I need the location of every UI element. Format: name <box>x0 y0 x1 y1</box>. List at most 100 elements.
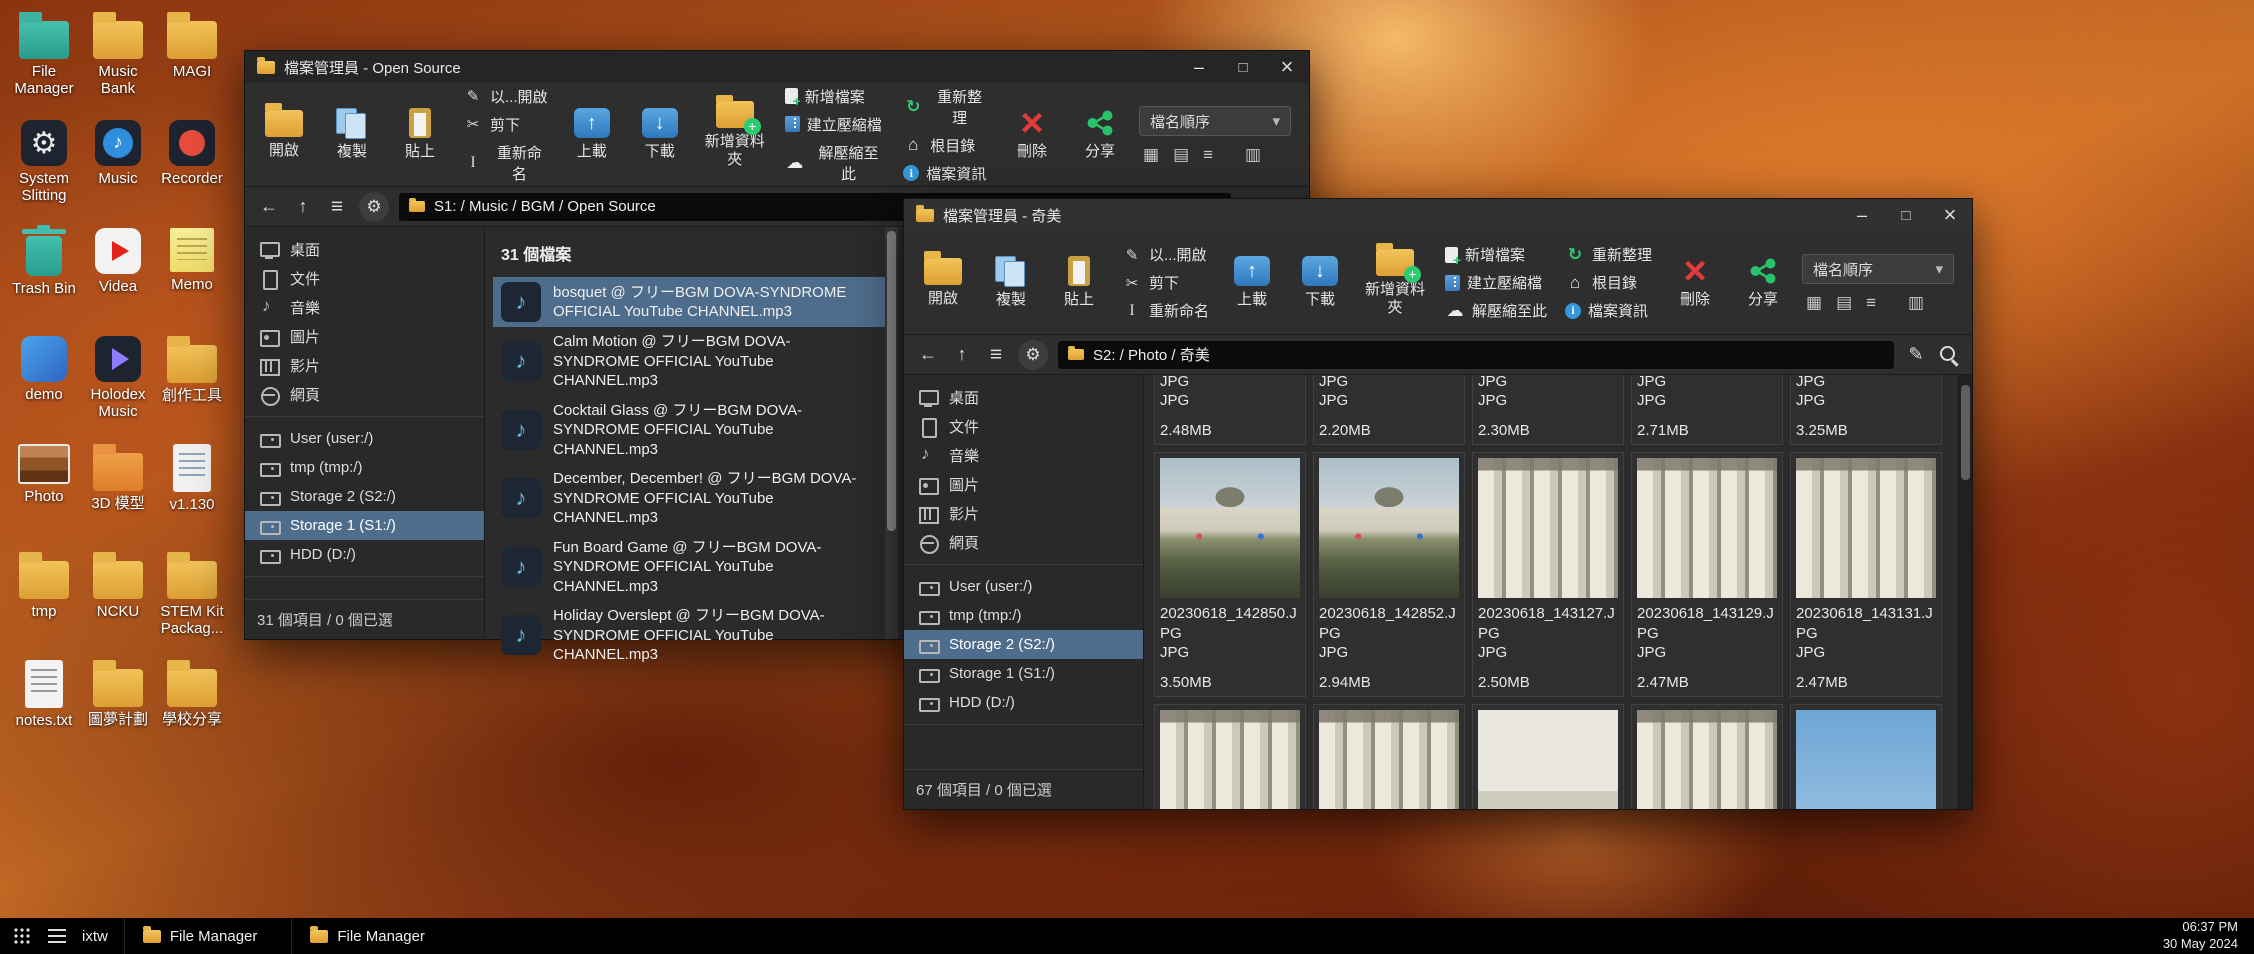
sidebar-item-drive-hdd[interactable]: HDD (D:/) <box>904 688 1143 717</box>
share-button[interactable]: 分享 <box>1071 88 1129 182</box>
sidebar-item-drive-hdd[interactable]: HDD (D:/) <box>245 540 484 569</box>
scrollbar-thumb[interactable] <box>1961 385 1970 480</box>
minimize-button[interactable] <box>1840 199 1884 231</box>
paste-button[interactable]: 貼上 <box>391 88 449 182</box>
photo-cell[interactable]: JPGJPG2.71MB <box>1631 375 1783 445</box>
desktop-icon-memo[interactable]: Memo <box>156 228 228 336</box>
open-button[interactable]: 開啟 <box>914 236 972 330</box>
photo-cell[interactable] <box>1472 704 1624 809</box>
photo-cell[interactable]: 20230618_143131.JPGJPG2.47MB <box>1790 452 1942 697</box>
desktop-icon-trash-bin[interactable]: Trash Bin <box>8 228 80 336</box>
refresh-button[interactable]: 重新整理 <box>899 84 993 130</box>
desktop-icon-system-slitting[interactable]: System Slitting <box>8 120 80 228</box>
desktop-icon-v1130[interactable]: v1.130 <box>156 444 228 552</box>
back-button[interactable] <box>257 193 281 221</box>
extract-here-button[interactable]: 解壓縮至此 <box>1441 298 1551 323</box>
menu-button[interactable] <box>984 341 1008 369</box>
desktop-icon-holodex-music[interactable]: Holodex Music <box>82 336 154 444</box>
file-info-button[interactable]: 檔案資訊 <box>1561 298 1656 323</box>
download-button[interactable]: 下載 <box>1291 236 1349 330</box>
sidebar-item-documents[interactable]: 文件 <box>904 412 1143 441</box>
sidebar-item-drive-storage1[interactable]: Storage 1 (S1:/) <box>245 511 484 540</box>
file-row[interactable]: bosquet @ フリーBGM DOVA-SYNDROME OFFICIAL … <box>493 277 885 327</box>
rename-button[interactable]: 重新命名 <box>459 140 553 186</box>
desktop-icon-3d-models[interactable]: 3D 模型 <box>82 444 154 552</box>
view-grid-icon[interactable] <box>1143 146 1159 163</box>
view-grid-icon[interactable] <box>1806 294 1822 311</box>
photo-cell[interactable]: 20230618_143127.JPGJPG2.50MB <box>1472 452 1624 697</box>
sidebar-item-drive-user[interactable]: User (user:/) <box>904 572 1143 601</box>
create-archive-button[interactable]: 建立壓縮檔 <box>781 112 890 137</box>
file-row[interactable]: Holiday Overslept @ フリーBGM DOVA-SYNDROME… <box>493 601 885 670</box>
task-list-icon[interactable] <box>48 929 66 943</box>
sidebar-item-drive-storage1[interactable]: Storage 1 (S1:/) <box>904 659 1143 688</box>
close-button[interactable] <box>1265 51 1309 83</box>
desktop-icon-magi[interactable]: MAGI <box>156 12 228 120</box>
new-file-button[interactable]: 新增檔案 <box>781 84 890 109</box>
file-row[interactable]: Calm Motion @ フリーBGM DOVA-SYNDROME OFFIC… <box>493 327 885 396</box>
cut-button[interactable]: 剪下 <box>1118 270 1213 295</box>
delete-button[interactable]: 刪除 <box>1666 236 1724 330</box>
sidebar-item-drive-tmp[interactable]: tmp (tmp:/) <box>904 601 1143 630</box>
copy-button[interactable]: 複製 <box>982 236 1040 330</box>
copy-button[interactable]: 複製 <box>323 88 381 182</box>
desktop-icon-recorder[interactable]: Recorder <box>156 120 228 228</box>
desktop-icon-demo[interactable]: demo <box>8 336 80 444</box>
maximize-button[interactable] <box>1221 51 1265 83</box>
photo-cell[interactable] <box>1313 704 1465 809</box>
view-details-icon[interactable] <box>1866 294 1876 311</box>
minimize-button[interactable] <box>1177 51 1221 83</box>
sidebar-item-drive-storage2[interactable]: Storage 2 (S2:/) <box>245 482 484 511</box>
upload-button[interactable]: 上載 <box>563 88 621 182</box>
sidebar-item-drive-tmp[interactable]: tmp (tmp:/) <box>245 453 484 482</box>
cut-button[interactable]: 剪下 <box>459 112 553 137</box>
titlebar[interactable]: 檔案管理員 - 奇美 <box>904 199 1972 231</box>
desktop-icon-dream-plan[interactable]: 圖夢計劃 <box>82 660 154 768</box>
photo-cell[interactable]: JPGJPG2.20MB <box>1313 375 1465 445</box>
scrollbar[interactable] <box>1958 375 1972 809</box>
sidebar-item-documents[interactable]: 文件 <box>245 264 484 293</box>
open-with-button[interactable]: 以...開啟 <box>459 84 553 109</box>
delete-button[interactable]: 刪除 <box>1003 88 1061 182</box>
desktop-icon-file-manager[interactable]: File Manager <box>8 12 80 120</box>
sidebar-item-drive-user[interactable]: User (user:/) <box>245 424 484 453</box>
desktop-icon-videa[interactable]: Videa <box>82 228 154 336</box>
open-button[interactable]: 開啟 <box>255 88 313 182</box>
new-folder-button[interactable]: 新增資料夾 <box>1359 236 1431 330</box>
refresh-button[interactable]: 重新整理 <box>1561 242 1656 267</box>
taskbar-app-file-manager-1[interactable]: File Manager <box>124 918 276 954</box>
file-row[interactable]: Fun Board Game @ フリーBGM DOVA-SYNDROME OF… <box>493 533 885 602</box>
close-button[interactable] <box>1928 199 1972 231</box>
sidebar-item-web[interactable]: 網頁 <box>904 528 1143 557</box>
file-row[interactable]: December, December! @ フリーBGM DOVA-SYNDRO… <box>493 464 885 533</box>
photo-cell[interactable] <box>1790 704 1942 809</box>
sidebar-item-desktop[interactable]: 桌面 <box>904 383 1143 412</box>
photo-cell[interactable]: 20230618_142850.JPGJPG3.50MB <box>1154 452 1306 697</box>
rename-button[interactable]: 重新命名 <box>1118 298 1213 323</box>
extract-here-button[interactable]: 解壓縮至此 <box>781 140 890 186</box>
up-button[interactable] <box>950 341 974 369</box>
sidebar-item-videos[interactable]: 影片 <box>904 499 1143 528</box>
desktop-icon-tmp[interactable]: tmp <box>8 552 80 660</box>
sidebar-item-desktop[interactable]: 桌面 <box>245 235 484 264</box>
scrollbar[interactable] <box>885 227 898 639</box>
back-button[interactable] <box>916 341 940 369</box>
desktop-icon-photo[interactable]: Photo <box>8 444 80 552</box>
menu-button[interactable] <box>325 193 349 221</box>
photo-cell[interactable]: JPGJPG3.25MB <box>1790 375 1942 445</box>
desktop-icon-music[interactable]: Music <box>82 120 154 228</box>
photo-cell[interactable] <box>1631 704 1783 809</box>
clock[interactable]: 06:37 PM 30 May 2024 <box>2163 919 2242 953</box>
create-archive-button[interactable]: 建立壓縮檔 <box>1441 270 1551 295</box>
search-icon[interactable] <box>1938 344 1960 366</box>
up-button[interactable] <box>291 193 315 221</box>
settings-gear-button[interactable] <box>1018 340 1048 370</box>
taskbar-app-file-manager-2[interactable]: File Manager <box>291 918 443 954</box>
sidebar-item-pictures[interactable]: 圖片 <box>904 470 1143 499</box>
photo-cell[interactable]: JPGJPG2.48MB <box>1154 375 1306 445</box>
open-with-button[interactable]: 以...開啟 <box>1118 242 1213 267</box>
sidebar-item-pictures[interactable]: 圖片 <box>245 322 484 351</box>
file-row[interactable]: Cocktail Glass @ フリーBGM DOVA-SYNDROME OF… <box>493 396 885 465</box>
download-button[interactable]: 下載 <box>631 88 689 182</box>
scrollbar-thumb[interactable] <box>887 231 896 531</box>
